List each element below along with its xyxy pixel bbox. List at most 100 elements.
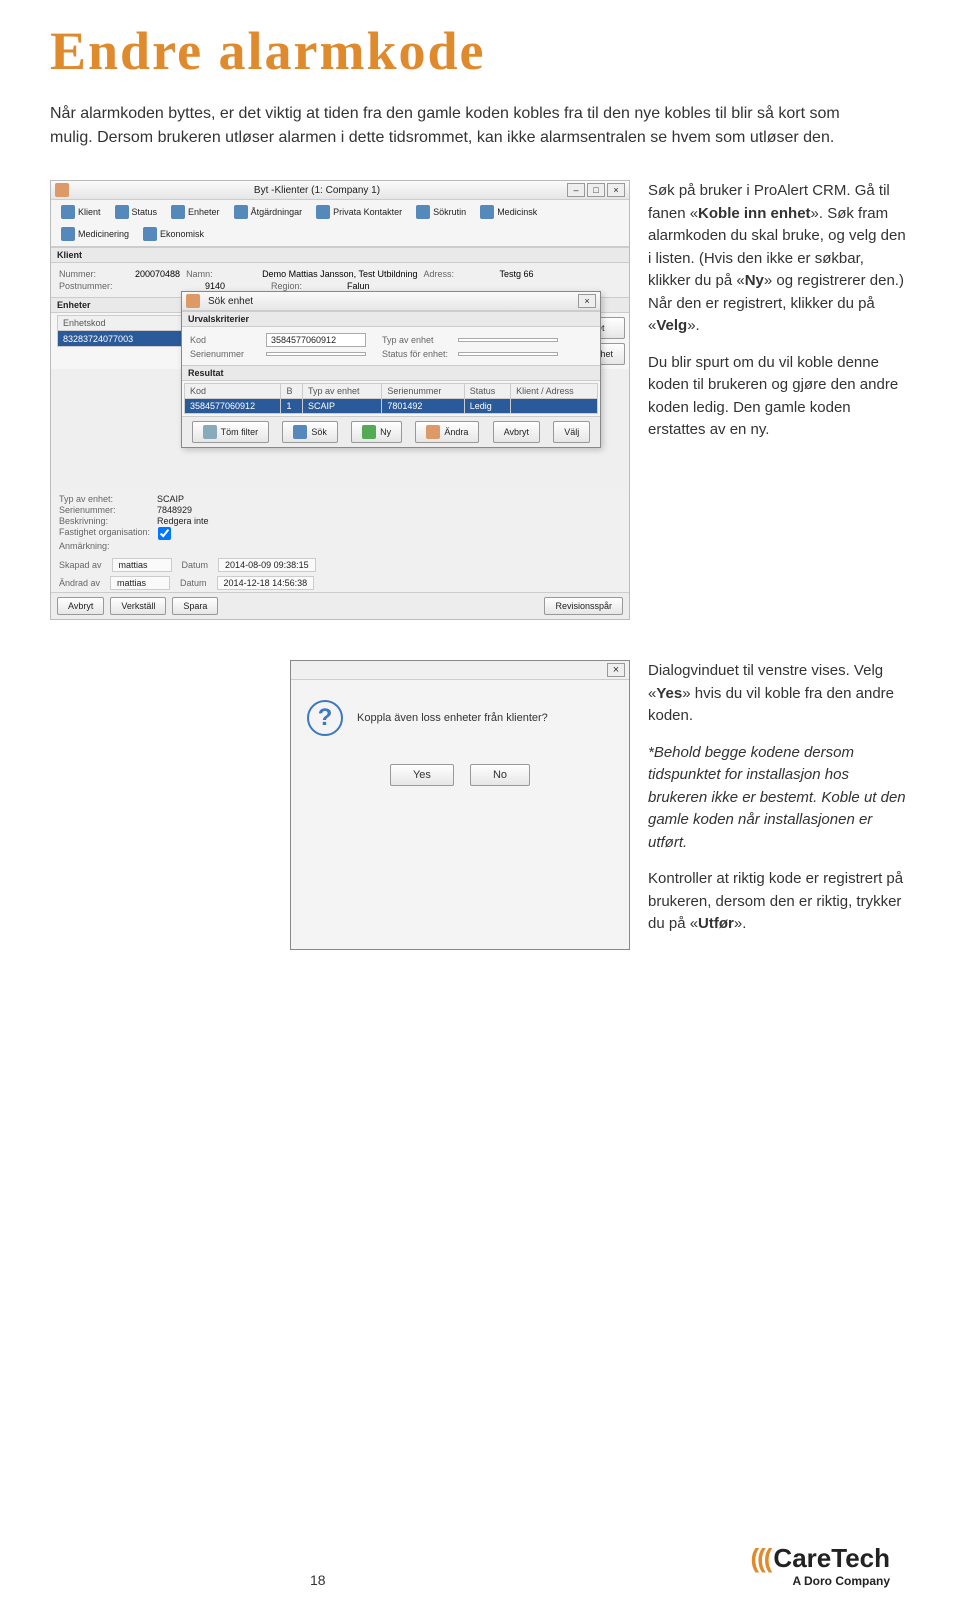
value-beskrivning: Redgera inte <box>157 516 209 526</box>
toolbar-item[interactable]: Status <box>109 202 164 222</box>
verkstall-button[interactable]: Verkställ <box>110 597 166 615</box>
label-datum1: Datum <box>182 560 209 570</box>
tom-filter-button[interactable]: Töm filter <box>192 421 270 443</box>
page-number: 18 <box>310 1572 326 1588</box>
column-header: Serienummer <box>382 384 464 399</box>
dialog-icon <box>186 294 200 308</box>
label-beskrivning: Beskrivning: <box>59 516 149 526</box>
intro-text: Når alarmkoden byttes, er det viktig at … <box>50 102 870 150</box>
value-region: Falun <box>347 281 370 291</box>
cell: 3584577060912 <box>185 399 281 414</box>
window-title: Byt -Klienter (1: Company 1) <box>69 185 565 196</box>
spara-button[interactable]: Spara <box>172 597 218 615</box>
toolbar-item[interactable]: Klient <box>55 202 107 222</box>
label-navn: Namn: <box>186 269 256 279</box>
avbryt-main-button[interactable]: Avbryt <box>57 597 104 615</box>
value-adress: Testg 66 <box>499 269 533 279</box>
side-text-2: Dialogvinduet til venstre vises. Velg «Y… <box>648 660 910 950</box>
label-datum2: Datum <box>180 578 207 588</box>
label-typ-enhet: Typ av enhet: <box>59 494 149 504</box>
label-region: Region: <box>271 281 341 291</box>
input-kod[interactable]: 3584577060912 <box>266 333 366 347</box>
column-header: Status <box>464 384 510 399</box>
column-header: B <box>281 384 303 399</box>
edit-icon <box>426 425 440 439</box>
label-skapad: Skapad av <box>59 560 102 570</box>
andra-button[interactable]: Ändra <box>415 421 479 443</box>
value-datum1: 2014-08-09 09:38:15 <box>218 558 316 572</box>
ny-button[interactable]: Ny <box>351 421 402 443</box>
value-skapad: mattias <box>112 558 172 572</box>
label-serienummer: Serienummer: <box>59 505 149 515</box>
dialog-title: Sök enhet <box>200 296 576 307</box>
toolbar-icon <box>234 205 248 219</box>
sok-button[interactable]: Sök <box>282 421 338 443</box>
toolbar-icon <box>115 205 129 219</box>
minimize-icon[interactable]: – <box>567 183 585 197</box>
input-typ[interactable] <box>458 338 558 342</box>
valj-button[interactable]: Välj <box>553 421 590 443</box>
yes-button[interactable]: Yes <box>390 764 454 786</box>
label-adress: Adress: <box>423 269 493 279</box>
value-nummer: 200070488 <box>135 269 180 279</box>
toolbar-icon <box>143 227 157 241</box>
table-row[interactable]: 35845770609121SCAIP7801492Ledig <box>185 399 598 414</box>
screenshot-main: Byt -Klienter (1: Company 1) – □ × Klien… <box>50 180 630 620</box>
input-status[interactable] <box>458 352 558 356</box>
value-serienummer: 7848929 <box>157 505 192 515</box>
value-post: 9140 <box>205 281 225 291</box>
confirm-dialog: × ? Koppla även loss enheter från klient… <box>290 660 630 950</box>
section-urval: Urvalskriterier <box>182 311 600 327</box>
label-status: Status för enhet: <box>382 349 452 359</box>
section-resultat: Resultat <box>182 365 600 381</box>
confirm-text: Koppla även loss enheter från klienter? <box>357 712 548 724</box>
label-post: Postnummer: <box>59 281 199 291</box>
cell <box>511 399 598 414</box>
toolbar-item[interactable]: Ekonomisk <box>137 224 210 244</box>
toolbar-item[interactable]: Privata Kontakter <box>310 202 408 222</box>
new-icon <box>362 425 376 439</box>
cell: SCAIP <box>303 399 382 414</box>
toolbar-icon <box>316 205 330 219</box>
filter-icon <box>203 425 217 439</box>
toolbar-item[interactable]: Medicinsk <box>474 202 543 222</box>
revisionsspar-button[interactable]: Revisionsspår <box>544 597 623 615</box>
value-typ-enhet: SCAIP <box>157 494 184 504</box>
value-navn: Demo Mattias Jansson, Test Utbildning <box>262 269 417 279</box>
checkbox-fastighet[interactable] <box>158 527 171 540</box>
brand-logo: (((CareTech A Doro Company <box>750 1543 890 1588</box>
toolbar-icon <box>480 205 494 219</box>
avbryt-button[interactable]: Avbryt <box>493 421 540 443</box>
close-icon[interactable]: × <box>578 294 596 308</box>
toolbar-icon <box>61 227 75 241</box>
no-button[interactable]: No <box>470 764 530 786</box>
cell: 1 <box>281 399 303 414</box>
value-andrad: mattias <box>110 576 170 590</box>
toolbar-item[interactable]: Enheter <box>165 202 226 222</box>
sok-enhet-dialog: Sök enhet × Urvalskriterier Kod 35845770… <box>181 291 601 448</box>
side-text-1: Søk på bruker i ProAlert CRM. Gå til fan… <box>648 180 910 620</box>
close-icon[interactable]: × <box>607 183 625 197</box>
toolbar-item[interactable]: Sökrutin <box>410 202 472 222</box>
toolbar-item[interactable]: Åtgärdningar <box>228 202 309 222</box>
label-kod: Kod <box>190 335 260 345</box>
label-nummer: Nummer: <box>59 269 129 279</box>
maximize-icon[interactable]: □ <box>587 183 605 197</box>
input-serie[interactable] <box>266 352 366 356</box>
value-datum2: 2014-12-18 14:56:38 <box>217 576 315 590</box>
page-title: Endre alarmkode <box>50 20 910 82</box>
section-klient: Klient <box>51 247 629 263</box>
question-icon: ? <box>307 700 343 736</box>
label-typ: Typ av enhet <box>382 335 452 345</box>
label-anmarkning: Anmärkning: <box>59 541 149 551</box>
column-header: Typ av enhet <box>303 384 382 399</box>
toolbar-icon <box>171 205 185 219</box>
column-header: Klient / Adress <box>511 384 598 399</box>
toolbar-item[interactable]: Medicinering <box>55 224 135 244</box>
label-serie: Serienummer <box>190 349 260 359</box>
column-header: Kod <box>185 384 281 399</box>
toolbar-icon <box>416 205 430 219</box>
app-icon <box>55 183 69 197</box>
close-icon[interactable]: × <box>607 663 625 677</box>
label-andrad: Ändrad av <box>59 578 100 588</box>
